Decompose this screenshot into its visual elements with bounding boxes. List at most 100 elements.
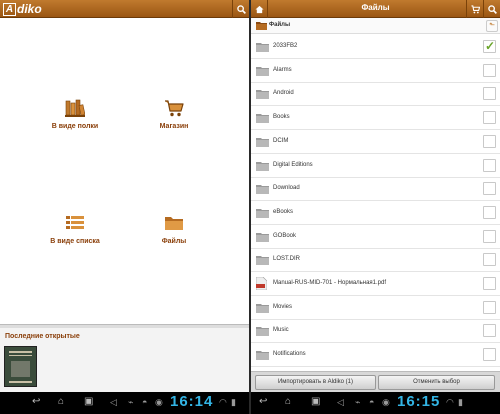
file-name: DCIM <box>273 137 289 144</box>
folder-row[interactable]: Books <box>251 106 500 131</box>
file-name: Movies <box>273 303 293 310</box>
import-button[interactable]: Импортировать в Aldiko (1) <box>255 375 376 390</box>
breadcrumb-label[interactable]: Файлы <box>269 22 290 28</box>
file-row[interactable]: Manual-RUS-MID-701 - Нормальная1.pdf <box>251 272 500 296</box>
select-checkbox[interactable] <box>483 229 496 243</box>
folder-icon <box>256 137 269 147</box>
store-button[interactable]: Магазин <box>124 99 224 130</box>
android-icon: ◓ <box>142 397 148 407</box>
breadcrumb: Файлы ⬑ <box>251 18 500 34</box>
file-name: eBooks <box>273 208 294 215</box>
folder-row[interactable]: Digital Editions <box>251 154 500 178</box>
select-checkbox[interactable] <box>483 182 496 196</box>
shelf-view-button[interactable]: В виде полки <box>25 99 125 130</box>
folder-row[interactable]: Alarms <box>251 59 500 83</box>
select-checkbox[interactable] <box>483 39 496 53</box>
cart-icon <box>470 4 480 13</box>
recent-book-cover[interactable] <box>4 346 37 387</box>
file-name: Download <box>273 185 300 192</box>
logo-text: diko <box>17 2 42 16</box>
select-checkbox[interactable] <box>483 277 496 290</box>
select-checkbox[interactable] <box>483 300 496 314</box>
shelf-view-label: В виде полки <box>51 123 99 130</box>
bookshelf-icon <box>65 99 85 117</box>
select-checkbox[interactable] <box>483 158 496 172</box>
search-button[interactable] <box>483 0 500 18</box>
select-checkbox[interactable] <box>483 348 496 362</box>
search-icon <box>236 4 246 14</box>
folder-row[interactable]: Music <box>251 319 500 344</box>
parent-folder-button[interactable]: ⬑ <box>486 20 498 32</box>
back-icon[interactable]: ↩ <box>259 396 267 407</box>
logo-letter: A <box>3 2 16 16</box>
android-icon: ◓ <box>369 397 375 407</box>
file-name: Android <box>273 90 294 97</box>
folder-icon <box>256 161 269 171</box>
select-checkbox[interactable] <box>483 87 496 101</box>
file-name: Music <box>273 327 289 334</box>
file-name: GOBook <box>273 232 297 239</box>
home-icon[interactable]: ⌂ <box>285 396 291 407</box>
folder-row[interactable]: GOBook <box>251 225 500 249</box>
folder-icon <box>256 208 269 218</box>
folder-icon <box>256 66 269 76</box>
folder-row[interactable]: LOST.DIR <box>251 248 500 273</box>
files-screen: Файлы Файлы ⬑ 2033FB2 Alarms Android Books D… <box>251 0 500 414</box>
folder-row[interactable]: Movies <box>251 296 500 320</box>
files-button[interactable]: Файлы <box>124 214 224 245</box>
select-checkbox[interactable] <box>483 205 496 219</box>
back-icon[interactable]: ↩ <box>32 396 40 407</box>
store-label: Магазин <box>159 123 189 130</box>
select-checkbox[interactable] <box>483 253 496 267</box>
file-name: LOST.DIR <box>273 256 301 263</box>
notification-icon: ◉ <box>382 397 390 407</box>
select-checkbox[interactable] <box>483 63 496 77</box>
home-icon[interactable]: ⌂ <box>58 396 64 407</box>
usb-icon: ⌁ <box>355 397 361 407</box>
list-view-label: В виде списка <box>50 238 100 245</box>
up-arrow-icon: ⬑ <box>489 22 495 29</box>
search-button[interactable] <box>232 0 249 18</box>
system-bar: ↩ ⌂ ▣ ◁ ⌁ ◓ ◉ 16:15 ◠ ▮ <box>251 392 500 414</box>
folder-icon <box>256 351 269 361</box>
cancel-selection-button[interactable]: Отменить выбор <box>378 375 495 390</box>
folder-icon <box>165 217 183 230</box>
folder-icon <box>256 114 269 124</box>
aldiko-logo: A diko <box>3 2 42 16</box>
select-checkbox[interactable] <box>483 324 496 338</box>
volume-icon[interactable]: ◁ <box>337 397 344 408</box>
select-checkbox[interactable] <box>483 134 496 148</box>
select-checkbox[interactable] <box>483 111 496 125</box>
system-bar: ↩ ⌂ ▣ ◁ ⌁ ◓ ◉ 16:14 ◠ ▮ <box>0 392 249 414</box>
clock: 16:15 <box>397 393 441 410</box>
folder-icon <box>256 185 269 195</box>
volume-icon[interactable]: ◁ <box>110 397 117 408</box>
pdf-file-icon <box>256 277 267 290</box>
files-top-bar: Файлы <box>251 0 500 18</box>
folder-row[interactable]: Download <box>251 177 500 202</box>
folder-row[interactable]: eBooks <box>251 201 500 225</box>
folder-row[interactable]: Android <box>251 82 500 107</box>
folder-row[interactable]: 2033FB2 <box>251 35 500 59</box>
page-title: Файлы <box>361 3 390 12</box>
list-icon <box>66 216 84 229</box>
files-label: Файлы <box>161 238 187 245</box>
list-view-button[interactable]: В виде списка <box>25 214 125 245</box>
recent-apps-icon[interactable]: ▣ <box>311 396 320 407</box>
search-icon <box>487 4 497 14</box>
file-name: Digital Editions <box>273 161 313 168</box>
notification-icon: ◉ <box>155 397 163 407</box>
folder-icon <box>256 256 269 266</box>
folder-row[interactable]: DCIM <box>251 130 500 154</box>
recent-apps-icon[interactable]: ▣ <box>84 396 93 407</box>
wifi-icon: ◠ <box>219 397 227 407</box>
cart-button[interactable] <box>466 0 483 18</box>
battery-icon: ▮ <box>458 397 463 407</box>
folder-icon <box>256 327 269 337</box>
home-screen: A diko В виде полки Магазин В виде списк… <box>0 0 249 414</box>
action-bar: Импортировать в Aldiko (1) Отменить выбо… <box>251 371 500 392</box>
folder-icon <box>256 303 269 313</box>
usb-icon: ⌁ <box>128 397 134 407</box>
wifi-icon: ◠ <box>446 397 454 407</box>
folder-row[interactable]: Notifications <box>251 343 500 368</box>
